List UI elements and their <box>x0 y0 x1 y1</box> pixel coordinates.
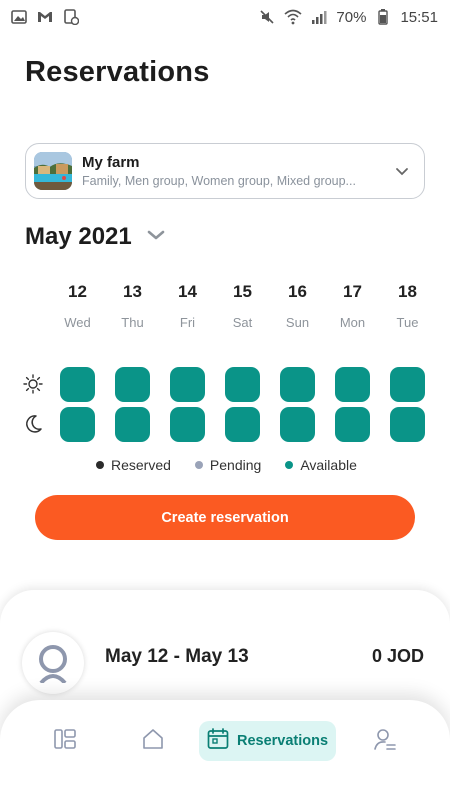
morning-slots-row <box>15 366 445 402</box>
month-label: May 2021 <box>25 223 132 250</box>
dashboard-icon <box>54 728 76 754</box>
battery-icon <box>374 8 392 26</box>
night-slot[interactable] <box>280 406 315 442</box>
morning-slot[interactable] <box>335 366 370 402</box>
battery-percent: 70% <box>336 8 367 26</box>
avatar <box>22 632 84 694</box>
clock: 15:51 <box>400 8 438 26</box>
create-reservation-button[interactable]: Create reservation <box>35 495 415 540</box>
status-bar: 70% 15:51 <box>0 0 450 34</box>
mail-notification-icon <box>36 8 54 26</box>
day-number: 14 <box>178 282 197 301</box>
morning-slot[interactable] <box>170 366 205 402</box>
nav-dashboard[interactable] <box>50 721 80 761</box>
day-number: 18 <box>398 282 417 301</box>
sun-icon <box>15 366 51 402</box>
legend-label: Reserved <box>111 457 171 473</box>
night-slot[interactable] <box>115 406 150 442</box>
day-header: 12 Wed 13 Thu 14 Fri 15 Sat 16 Sun 17 Mon 18 Tu… <box>50 282 435 330</box>
morning-slot[interactable] <box>60 366 95 402</box>
month-picker[interactable]: May 2021 <box>25 223 166 251</box>
night-slot[interactable] <box>60 406 95 442</box>
reservation-list-item[interactable]: May 12 - May 13 0 JOD <box>22 632 432 694</box>
day-name: Fri <box>179 315 196 330</box>
farm-name: My farm <box>82 154 140 171</box>
legend-label: Pending <box>209 457 262 473</box>
night-slot[interactable] <box>390 406 425 442</box>
chevron-down-icon <box>146 228 166 246</box>
day-name: Mon <box>339 315 366 330</box>
day-name: Sun <box>285 315 310 330</box>
calendar-icon <box>207 727 229 755</box>
day-column[interactable]: 13 Thu <box>105 282 160 330</box>
day-number: 16 <box>288 282 307 301</box>
morning-slot[interactable] <box>280 366 315 402</box>
signal-icon <box>310 8 328 26</box>
nav-home[interactable] <box>138 721 168 761</box>
status-system: 70% 15:51 <box>258 8 438 26</box>
moon-icon <box>15 406 51 442</box>
chevron-down-icon <box>392 161 412 181</box>
device-notification-icon <box>62 8 80 26</box>
legend: Reserved Pending Available <box>96 457 381 473</box>
bottom-nav: Reservations <box>0 700 450 800</box>
legend-available: Available <box>285 457 357 473</box>
farm-selector[interactable]: My farm Family, Men group, Women group, … <box>25 143 425 199</box>
day-column[interactable]: 14 Fri <box>160 282 215 330</box>
page-title: Reservations <box>25 56 210 88</box>
day-column[interactable]: 15 Sat <box>215 282 270 330</box>
pending-dot <box>194 461 203 469</box>
night-slot[interactable] <box>225 406 260 442</box>
day-column[interactable]: 17 Mon <box>325 282 380 330</box>
home-icon <box>142 728 164 755</box>
day-column[interactable]: 18 Tue <box>380 282 435 330</box>
available-dot <box>285 461 294 469</box>
legend-label: Available <box>300 457 357 473</box>
farm-thumbnail <box>34 152 72 190</box>
day-column[interactable]: 16 Sun <box>270 282 325 330</box>
night-slot[interactable] <box>170 406 205 442</box>
reservation-price: 0 JOD <box>371 646 424 666</box>
day-column[interactable]: 12 Wed <box>50 282 105 330</box>
legend-pending: Pending <box>194 457 262 473</box>
day-number: 17 <box>343 282 362 301</box>
day-name: Wed <box>64 315 91 330</box>
night-slots-row <box>15 406 445 442</box>
morning-slot[interactable] <box>390 366 425 402</box>
nav-profile[interactable] <box>370 721 400 761</box>
day-name: Sat <box>232 315 253 330</box>
wifi-icon <box>284 8 302 26</box>
day-number: 12 <box>68 282 87 301</box>
night-slot[interactable] <box>335 406 370 442</box>
day-name: Tue <box>396 315 419 330</box>
mute-icon <box>258 8 276 26</box>
image-notification-icon <box>10 8 28 26</box>
nav-reservations-label: Reservations <box>236 733 329 749</box>
day-number: 13 <box>123 282 142 301</box>
farm-groups: Family, Men group, Women group, Mixed gr… <box>82 174 356 188</box>
legend-reserved: Reserved <box>96 457 171 473</box>
status-notifications <box>10 8 80 26</box>
day-name: Thu <box>121 315 144 330</box>
nav-reservations[interactable]: Reservations <box>199 721 336 761</box>
day-number: 15 <box>233 282 252 301</box>
user-icon <box>373 727 397 756</box>
reservation-dates: May 12 - May 13 <box>105 646 249 667</box>
morning-slot[interactable] <box>115 366 150 402</box>
morning-slot[interactable] <box>225 366 260 402</box>
reserved-dot <box>96 461 104 469</box>
